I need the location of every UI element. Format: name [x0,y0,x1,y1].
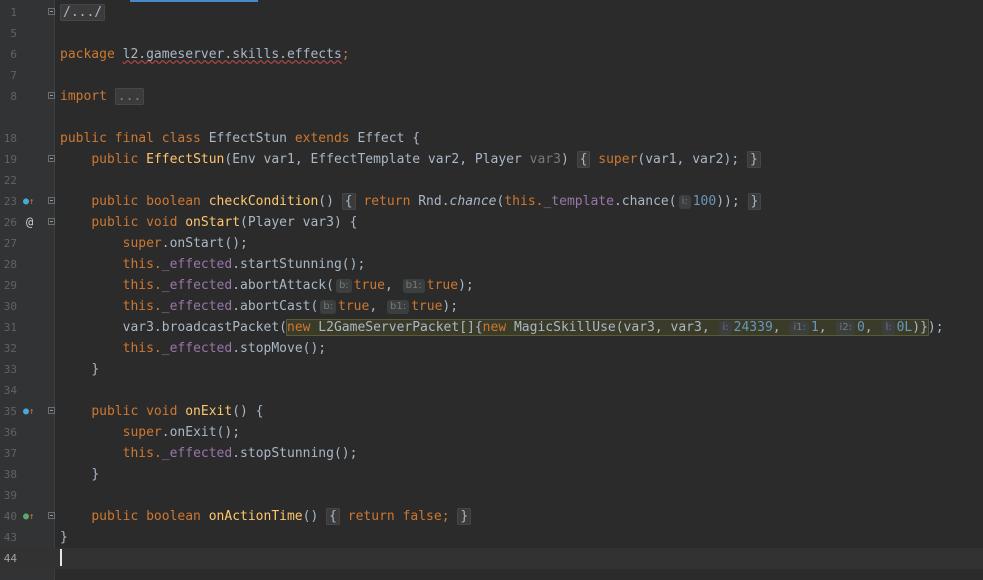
code-text: super.onExit(); [122,425,241,440]
code-text: this._effected.abortAttack(b: true, b1: tr… [122,278,474,293]
param-hint: b: [335,279,352,293]
line-number: 34 [3,384,17,397]
fold-toggle-icon[interactable] [48,407,55,414]
code-line[interactable]: 1 /.../ [0,2,983,23]
code-text: /.../ [60,2,106,23]
code-line[interactable]: 27 super.onStart(); [0,233,983,254]
line-number: 35 [3,405,17,418]
code-text: package l2.gameserver.skills.effects; [60,47,350,62]
code-line[interactable]: 31 var3.broadcastPacket(new L2GameServer… [0,317,983,338]
code-line[interactable]: 29 this._effected.abortAttack(b: true, b1… [0,275,983,296]
param-hint: l: [882,321,895,335]
folded-header[interactable]: /.../ [60,4,106,21]
param-hint: b1: [387,300,410,314]
code-text: } [60,530,68,545]
code-text: public void onExit() { [91,404,264,419]
code-line[interactable]: 43 } [0,527,983,548]
code-line[interactable]: 30 this._effected.abortCast(b: true, b1: t… [0,296,983,317]
line-number: 40 [3,510,17,523]
line-number: 37 [3,447,17,460]
override-icon[interactable]: ●↑ [23,401,34,422]
code-line[interactable]: 23 ●↑ public boolean checkCondition() { … [0,191,983,212]
param-hint: b1: [402,279,425,293]
code-line[interactable]: 38 } [0,464,983,485]
code-text: } [91,467,100,482]
code-line[interactable]: 7 [0,65,983,86]
code-text: var3.broadcastPacket(new L2GameServerPac… [122,319,944,336]
line-number: 8 [10,90,17,103]
fold-toggle-icon[interactable] [48,92,55,99]
line-number: 5 [10,27,17,40]
line-number: 1 [10,6,17,19]
code-text: public boolean onActionTime() { return f… [60,506,472,527]
line-number: 28 [3,258,17,271]
fold-toggle-icon[interactable] [48,512,55,519]
folded-imports[interactable]: ... [114,88,145,105]
line-number: 43 [3,531,17,544]
text-caret [60,549,62,566]
line-number: 6 [10,48,17,61]
line-number: 31 [3,321,17,334]
code-line[interactable]: 35 ●↑ public void onExit() { [0,401,983,422]
implement-icon[interactable]: ●↑ [23,506,34,527]
line-number: 39 [3,489,17,502]
line-number: 26 [3,216,17,229]
code-line[interactable]: 34 [0,380,983,401]
code-text: public EffectStun(Env var1, EffectTempla… [60,149,761,170]
param-hint: i2: [836,321,855,335]
line-number: 19 [3,153,17,166]
code-line[interactable]: 28 this._effected.startStunning(); [0,254,983,275]
code-line[interactable]: 19 public EffectStun(Env var1, EffectTem… [0,149,983,170]
line-number: 23 [3,195,17,208]
code-line[interactable]: 32 this._effected.stopMove(); [0,338,983,359]
code-text: this._effected.startStunning(); [122,257,366,272]
fold-toggle-icon[interactable] [48,197,55,204]
code-line[interactable]: 6 package l2.gameserver.skills.effects; [0,44,983,65]
param-hint: i: [719,321,732,335]
param-hint: i1: [790,321,809,335]
code-line-current[interactable]: 44 [0,548,983,569]
code-line[interactable]: 26 @ public void onStart(Player var3) { [0,212,983,233]
code-text: import ... [60,86,145,107]
code-line[interactable]: 18 public final class EffectStun extends… [0,128,983,149]
param-hint: b: [320,300,337,314]
param-hint: i: [678,195,691,209]
code-text: super.onStart(); [122,236,248,251]
line-number: 27 [3,237,17,250]
line-number: 33 [3,363,17,376]
line-number: 36 [3,426,17,439]
fold-toggle-icon[interactable] [48,218,55,225]
code-line[interactable]: 36 super.onExit(); [0,422,983,443]
code-text: this._effected.abortCast(b: true, b1: true… [122,299,459,314]
code-line[interactable]: 39 [0,485,983,506]
code-text: public boolean checkCondition() { return… [60,191,762,212]
code-line[interactable]: 37 this._effected.stopStunning(); [0,443,983,464]
line-number: 32 [3,342,17,355]
line-number: 38 [3,468,17,481]
code-line[interactable]: 40 ●↑ public boolean onActionTime() { re… [0,506,983,527]
code-text: public void onStart(Player var3) { [91,215,358,230]
override-icon[interactable]: ●↑ [23,191,34,212]
code-text: public final class EffectStun extends Ef… [60,131,421,146]
code-text: this._effected.stopMove(); [122,341,327,356]
highlighted-expression[interactable]: new L2GameServerPacket[]{new MagicSkillU… [286,319,929,336]
code-text: } [91,362,100,377]
line-number: 18 [3,132,17,145]
code-line[interactable]: 5 [0,23,983,44]
code-line[interactable]: 33 } [0,359,983,380]
code-line[interactable]: 8 import ... [0,86,983,107]
code-text: this._effected.stopStunning(); [122,446,358,461]
line-number: 30 [3,300,17,313]
line-number: 44 [3,552,17,565]
code-text [60,548,62,569]
annotation-icon[interactable]: @ [26,212,33,233]
line-number: 22 [3,174,17,187]
line-number: 29 [3,279,17,292]
line-number: 7 [10,69,17,82]
fold-toggle-icon[interactable] [48,155,55,162]
package-name[interactable]: l2.gameserver.skills.effects [123,47,342,62]
fold-toggle-icon[interactable] [48,8,55,15]
code-line[interactable]: 22 [0,170,983,191]
